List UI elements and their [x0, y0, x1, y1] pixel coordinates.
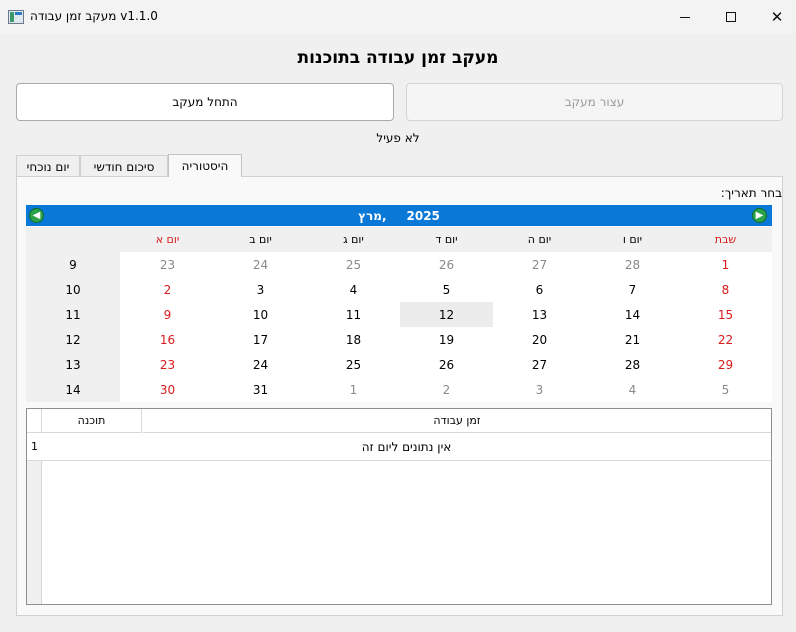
calendar-day-cell[interactable]: 16 [121, 327, 214, 352]
status-label: לא פעיל [376, 131, 420, 145]
week-number: 12 [65, 332, 81, 347]
column-header-program[interactable]: תוכנה [42, 409, 142, 433]
calendar-day-cell[interactable]: 6 [493, 277, 586, 302]
week-number: 14 [65, 382, 81, 397]
calendar-day-cell[interactable]: 27 [493, 252, 586, 277]
week-number: 9 [69, 257, 77, 272]
calendar-day-cell[interactable]: 9 [121, 302, 214, 327]
calendar-day-cell[interactable]: 25 [307, 352, 400, 377]
arrow-right-icon: ▶ [755, 210, 764, 221]
day-name-header: יום א [155, 233, 180, 246]
day-name-header: יום ה [527, 233, 552, 246]
calendar-day-cell[interactable]: 23 [121, 252, 214, 277]
calendar-day-cell[interactable]: 24 [214, 252, 307, 277]
calendar-month-selector[interactable]: מרץ, [358, 209, 386, 223]
next-month-button[interactable]: ▶ [752, 208, 767, 223]
day-name-header: יום ד [435, 233, 458, 246]
calendar-day-cell[interactable]: 24 [214, 352, 307, 377]
calendar-grid: שבת יום ו יום ה יום ד יום ג יום ב יום א 9 1 28 27 2… [26, 227, 772, 402]
calendar-day-cell[interactable]: 23 [121, 352, 214, 377]
calendar-day-cell[interactable]: 31 [214, 377, 307, 402]
calendar-day-cell[interactable]: 18 [307, 327, 400, 352]
calendar-day-cell[interactable]: 28 [586, 352, 679, 377]
calendar-year-selector[interactable]: 2025 [407, 209, 440, 223]
prev-month-button[interactable]: ◀ [29, 208, 44, 223]
day-name-header: יום ג [343, 233, 364, 246]
close-icon: ✕ [770, 8, 784, 26]
maximize-icon [726, 12, 736, 22]
calendar-day-cell[interactable]: 3 [493, 377, 586, 402]
calendar-day-cell[interactable]: 26 [400, 352, 493, 377]
calendar-day-cell[interactable]: 2 [400, 377, 493, 402]
calendar-day-cell[interactable]: 5 [400, 277, 493, 302]
column-header-work-time[interactable]: זמן עבודה [143, 409, 771, 433]
calendar-day-cell[interactable]: 8 [679, 277, 772, 302]
calendar-day-cell[interactable]: 17 [214, 327, 307, 352]
tab-current-day[interactable]: יום נוכחי [16, 155, 80, 177]
calendar-day-cell[interactable]: 30 [121, 377, 214, 402]
calendar-day-cell[interactable]: 3 [214, 277, 307, 302]
week-number: 11 [65, 307, 81, 322]
row-number: 1 [27, 433, 42, 461]
calendar-day-cell[interactable]: 10 [214, 302, 307, 327]
start-tracking-button[interactable]: התחל מעקב [16, 83, 394, 121]
window-title: מעקב זמן עבודה v1.1.0 [30, 9, 158, 23]
calendar-day-cell[interactable]: 1 [679, 252, 772, 277]
work-time-table: תוכנה זמן עבודה 1 אין נתונים ליום זה [26, 408, 772, 605]
tab-history[interactable]: היסטוריה [168, 154, 242, 177]
calendar-day-cell[interactable]: 29 [679, 352, 772, 377]
week-number: 10 [65, 282, 81, 297]
calendar-day-cell[interactable]: 27 [493, 352, 586, 377]
calendar-day-cell[interactable]: 5 [679, 377, 772, 402]
calendar-day-cell[interactable]: 19 [400, 327, 493, 352]
maximize-button[interactable] [708, 0, 754, 34]
calendar-day-cell[interactable]: 7 [586, 277, 679, 302]
calendar-day-cell[interactable]: 25 [307, 252, 400, 277]
table-corner [27, 409, 42, 433]
calendar-day-cell[interactable]: 14 [586, 302, 679, 327]
calendar-day-cell[interactable]: 15 [679, 302, 772, 327]
no-data-message: אין נתונים ליום זה [42, 433, 771, 461]
calendar-day-cell[interactable]: 22 [679, 327, 772, 352]
calendar-day-cell[interactable]: 26 [400, 252, 493, 277]
minimize-button[interactable] [662, 0, 708, 34]
tab-monthly-summary[interactable]: סיכום חודשי [80, 155, 168, 177]
calendar-day-cell[interactable]: 1 [307, 377, 400, 402]
calendar-day-cell[interactable]: 13 [493, 302, 586, 327]
minimize-icon [680, 16, 690, 18]
week-number: 13 [65, 357, 81, 372]
day-name-header: שבת [714, 233, 737, 246]
calendar-day-cell[interactable]: 21 [586, 327, 679, 352]
calendar-day-cell[interactable]: 2 [121, 277, 214, 302]
calendar-day-cell[interactable]: 28 [586, 252, 679, 277]
calendar-day-cell[interactable]: 4 [307, 277, 400, 302]
page-title: מעקב זמן עבודה בתוכנות [297, 48, 499, 68]
app-icon [8, 10, 24, 24]
calendar-day-cell[interactable]: 4 [586, 377, 679, 402]
choose-date-label: בחר תאריך: [720, 186, 782, 200]
title-bar: מעקב זמן עבודה v1.1.0 ✕ [0, 0, 796, 34]
stop-tracking-button[interactable]: עצור מעקב [406, 83, 783, 121]
day-name-header: יום ב [249, 233, 272, 246]
calendar-day-cell[interactable]: 20 [493, 327, 586, 352]
calendar-day-cell[interactable]: 11 [307, 302, 400, 327]
close-button[interactable]: ✕ [754, 0, 796, 34]
calendar-day-cell[interactable]: 12 [400, 302, 493, 327]
arrow-left-icon: ◀ [32, 210, 41, 221]
calendar-navigation-bar: ◀ מרץ, 2025 ▶ [26, 205, 772, 226]
day-name-header: יום ו [622, 233, 643, 246]
